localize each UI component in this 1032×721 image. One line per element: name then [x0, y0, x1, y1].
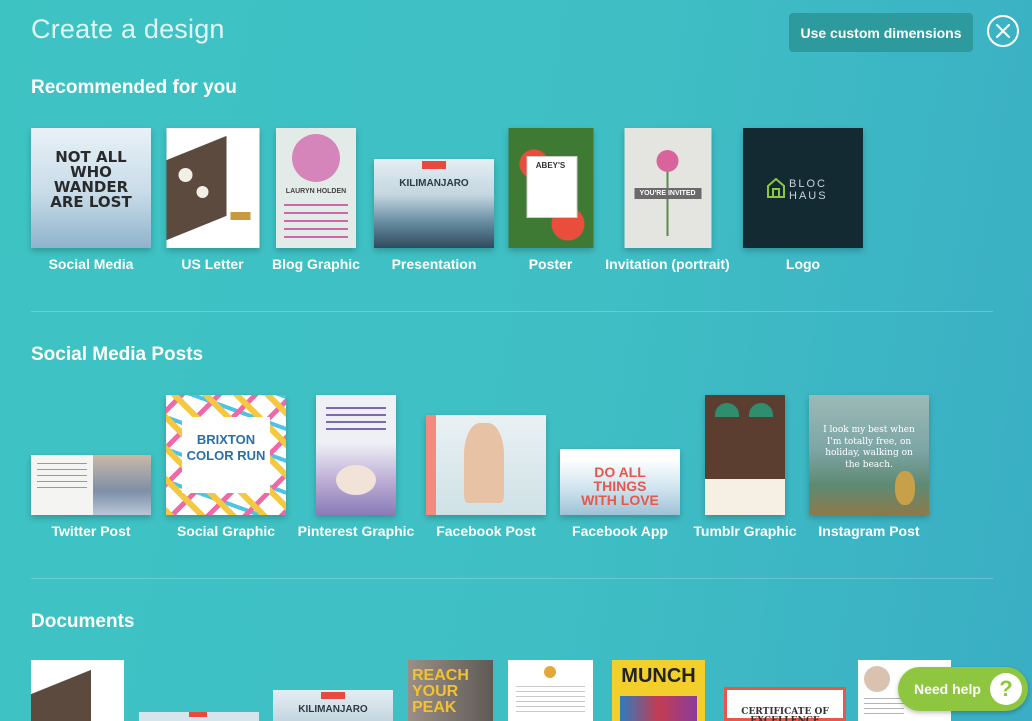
- close-icon: [996, 24, 1010, 38]
- question-icon: ?: [990, 673, 1022, 705]
- thumbnail-facebook-post: [426, 415, 546, 515]
- design-type-label: Instagram Post: [818, 523, 920, 539]
- thumbnail-text: KILIMANJARO: [298, 704, 368, 715]
- thumbnail-us-letter: [166, 128, 259, 248]
- house-icon: [767, 178, 785, 198]
- need-help-button[interactable]: Need help ?: [898, 667, 1028, 711]
- thumbnail-invitation: YOU'RE INVITED: [624, 128, 711, 248]
- thumbnail-social-graphic: BRIXTON COLOR RUN: [166, 395, 286, 515]
- thumbnail-instagram-post: I look my best when I'm totally free, on…: [809, 395, 929, 515]
- thumbnail-facebook-app: DO ALL THINGS WITH LOVE: [560, 449, 680, 515]
- thumbnail-twitter-post: [31, 455, 151, 515]
- document-reach-your-peak[interactable]: REACH YOUR PEAK: [408, 660, 493, 721]
- thumbnail-document-presentation: [139, 712, 259, 721]
- thumbnail-text: MUNCH: [621, 665, 696, 687]
- design-type-social-graphic[interactable]: BRIXTON COLOR RUN Social Graphic: [166, 393, 286, 539]
- thumbnail-poster: ABEY'S: [508, 128, 593, 248]
- thumbnail-text: I look my best when I'm totally free, on…: [823, 425, 915, 471]
- design-type-blog-graphic[interactable]: LAURYN HOLDEN Blog Graphic: [272, 126, 360, 272]
- section-divider: [31, 311, 993, 312]
- section-title-recommended: Recommended for you: [31, 77, 237, 98]
- thumbnail-text: BLOC: [789, 178, 827, 190]
- document-kilimanjaro[interactable]: KILIMANJARO: [273, 690, 393, 721]
- design-type-us-letter[interactable]: US Letter: [166, 126, 259, 272]
- thumbnail-document-certificate: CERTIFICATE OF EXCELLENCE: [724, 687, 846, 721]
- section-title-social-media-posts: Social Media Posts: [31, 344, 204, 365]
- design-type-facebook-app[interactable]: DO ALL THINGS WITH LOVE Facebook App: [560, 393, 680, 539]
- design-type-presentation[interactable]: KILIMANJARO Presentation: [374, 126, 494, 272]
- need-help-label: Need help: [914, 681, 981, 697]
- thumbnail-document-letter: [31, 660, 124, 721]
- thumbnail-text: KILIMANJARO: [399, 178, 469, 189]
- thumbnail-presentation: KILIMANJARO: [374, 159, 494, 248]
- thumbnail-text: BRIXTON: [196, 432, 256, 447]
- thumbnail-social-media: NOT ALL WHO WANDER ARE LOST: [31, 128, 151, 248]
- thumbnail-document-reach: REACH YOUR PEAK: [408, 660, 493, 721]
- document-presentation-small[interactable]: [139, 712, 259, 721]
- thumbnail-logo: BLOC HAUS: [743, 128, 863, 248]
- design-type-poster[interactable]: ABEY'S Poster: [508, 126, 593, 272]
- document-resume[interactable]: [508, 660, 593, 721]
- thumbnail-tumblr-graphic: [705, 395, 785, 515]
- thumbnail-text: NOT ALL WHO WANDER ARE LOST: [50, 148, 132, 211]
- design-type-logo[interactable]: BLOC HAUS Logo: [743, 126, 863, 272]
- thumbnail-document-resume: [508, 660, 593, 721]
- design-type-instagram-post[interactable]: I look my best when I'm totally free, on…: [809, 393, 929, 539]
- thumbnail-text: LAURYN HOLDEN: [285, 188, 347, 195]
- thumbnail-text: CERTIFICATE OF EXCELLENCE: [741, 707, 829, 721]
- document-munch-magazine[interactable]: MUNCH: [612, 660, 705, 721]
- design-type-facebook-post[interactable]: Facebook Post: [426, 393, 546, 539]
- design-type-tumblr-graphic[interactable]: Tumblr Graphic: [693, 393, 797, 539]
- thumbnail-text: REACH YOUR PEAK: [412, 667, 469, 716]
- section-title-documents: Documents: [31, 611, 135, 632]
- design-type-twitter-post[interactable]: Twitter Post: [31, 393, 151, 539]
- document-certificate[interactable]: CERTIFICATE OF EXCELLENCE: [724, 687, 846, 721]
- thumbnail-document-kilimanjaro: KILIMANJARO: [273, 690, 393, 721]
- thumbnail-text: YOU'RE INVITED: [634, 188, 701, 199]
- thumbnail-text: HAUS: [789, 190, 828, 202]
- page-title: Create a design: [31, 14, 225, 44]
- document-us-letter[interactable]: [31, 660, 124, 721]
- use-custom-dimensions-button[interactable]: Use custom dimensions: [789, 13, 973, 52]
- thumbnail-text: DO ALL THINGS WITH LOVE: [581, 464, 659, 508]
- thumbnail-pinterest-graphic: [316, 395, 396, 515]
- section-divider: [31, 578, 993, 579]
- thumbnail-text: ABEY'S: [535, 161, 566, 170]
- design-type-social-media[interactable]: NOT ALL WHO WANDER ARE LOST Social Media: [31, 126, 151, 272]
- design-type-label: Logo: [785, 256, 821, 272]
- design-type-pinterest-graphic[interactable]: Pinterest Graphic: [298, 393, 414, 539]
- thumbnail-blog-graphic: LAURYN HOLDEN: [276, 128, 356, 248]
- thumbnail-document-munch: MUNCH: [612, 660, 705, 721]
- close-button[interactable]: [987, 15, 1019, 47]
- design-type-invitation-portrait[interactable]: YOU'RE INVITED Invitation (portrait): [605, 126, 730, 272]
- thumbnail-text: COLOR RUN: [186, 448, 266, 463]
